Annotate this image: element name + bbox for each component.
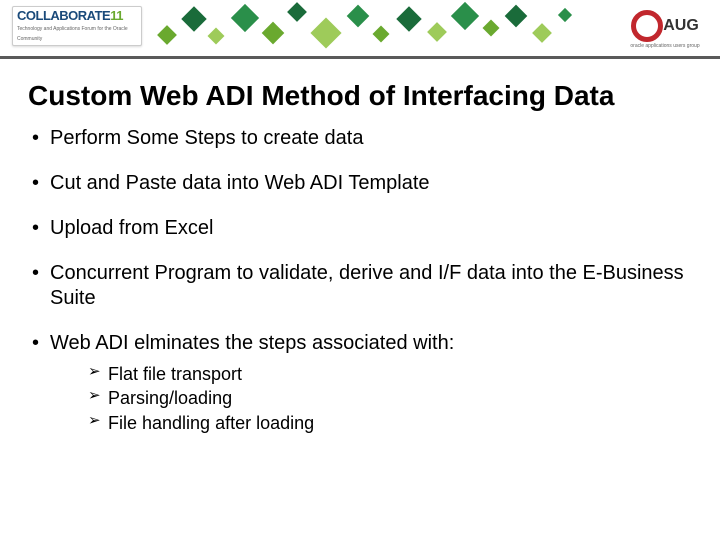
collab-subtext: Technology and Applications Forum for th…	[17, 26, 128, 42]
slide-content: Custom Web ADI Method of Interfacing Dat…	[0, 70, 720, 435]
sub-list-item: Parsing/loading	[88, 386, 692, 410]
oaug-ring-icon	[631, 10, 663, 42]
decorative-squares	[150, 0, 590, 55]
list-item: Perform Some Steps to create data	[28, 126, 692, 151]
list-item: Web ADI elminates the steps associated w…	[28, 331, 692, 435]
list-item: Cut and Paste data into Web ADI Template	[28, 171, 692, 196]
sub-bullet-list: Flat file transport Parsing/loading File…	[88, 362, 692, 435]
bullet-list: Perform Some Steps to create data Cut an…	[28, 126, 692, 435]
oaug-subtext: oracle applications users group	[625, 43, 705, 49]
list-item: Concurrent Program to validate, derive a…	[28, 261, 692, 311]
slide-header: COLLABORATE11 Technology and Application…	[0, 0, 720, 70]
header-divider	[0, 56, 720, 59]
oaug-logo: AUG oracle applications users group	[625, 10, 705, 49]
oaug-text: AUG	[663, 17, 699, 34]
collab-brand: COLLABORATE	[17, 8, 110, 23]
collaborate-logo: COLLABORATE11 Technology and Application…	[12, 6, 142, 46]
collab-year: 11	[110, 8, 123, 23]
sub-list-item: Flat file transport	[88, 362, 692, 386]
sub-list-item: File handling after loading	[88, 411, 692, 435]
slide-title: Custom Web ADI Method of Interfacing Dat…	[28, 80, 692, 112]
list-item: Upload from Excel	[28, 216, 692, 241]
